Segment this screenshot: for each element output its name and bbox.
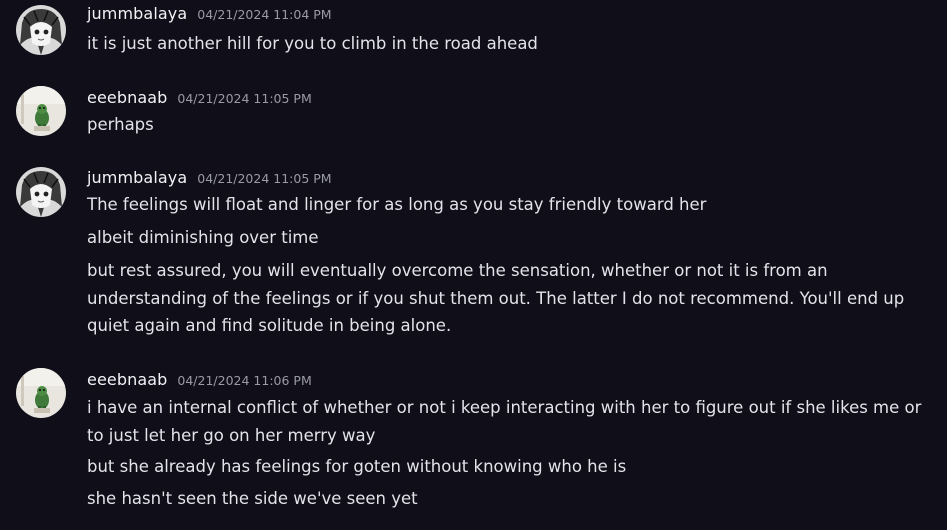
username[interactable]: eeebnaab xyxy=(87,370,167,389)
anime-character-icon xyxy=(16,167,66,217)
chat-message-list: jummbalaya 04/21/2024 11:04 PM it is jus… xyxy=(0,0,947,530)
message-text: she hasn't seen the side we've seen yet xyxy=(87,489,418,508)
green-figure-icon xyxy=(16,86,66,136)
message-group: eeebnaab 04/21/2024 11:05 PM perhaps xyxy=(0,84,947,144)
message-text: The feelings will float and linger for a… xyxy=(87,195,707,214)
message-text: it is just another hill for you to climb… xyxy=(87,34,538,53)
timestamp: 04/21/2024 11:05 PM xyxy=(197,171,332,186)
avatar-eeebnaab[interactable] xyxy=(16,86,66,136)
timestamp: 04/21/2024 11:05 PM xyxy=(177,91,312,106)
message-text: perhaps xyxy=(87,115,154,134)
message-text: i have an internal conflict of whether o… xyxy=(87,398,922,445)
timestamp: 04/21/2024 11:06 PM xyxy=(177,373,312,388)
username[interactable]: jummbalaya xyxy=(87,168,187,187)
message-text: albeit diminishing over time xyxy=(87,228,319,247)
green-figure-icon xyxy=(16,368,66,418)
message-header: eeebnaab 04/21/2024 11:06 PM xyxy=(87,370,312,396)
avatar-jummbalaya[interactable] xyxy=(16,5,66,55)
avatar-jummbalaya[interactable] xyxy=(16,167,66,217)
message-group: jummbalaya 04/21/2024 11:05 PM The feeli… xyxy=(0,165,947,345)
anime-character-icon xyxy=(16,5,66,55)
username[interactable]: jummbalaya xyxy=(87,4,187,23)
message-text: but she already has feelings for goten w… xyxy=(87,457,627,476)
avatar-eeebnaab[interactable] xyxy=(16,368,66,418)
message-text: but rest assured, you will eventually ov… xyxy=(87,261,905,335)
timestamp: 04/21/2024 11:04 PM xyxy=(197,7,332,22)
message-header: jummbalaya 04/21/2024 11:04 PM xyxy=(87,4,332,30)
message-group: eeebnaab 04/21/2024 11:06 PM i have an i… xyxy=(0,366,947,526)
username[interactable]: eeebnaab xyxy=(87,88,167,107)
message-group: jummbalaya 04/21/2024 11:04 PM it is jus… xyxy=(0,2,947,62)
